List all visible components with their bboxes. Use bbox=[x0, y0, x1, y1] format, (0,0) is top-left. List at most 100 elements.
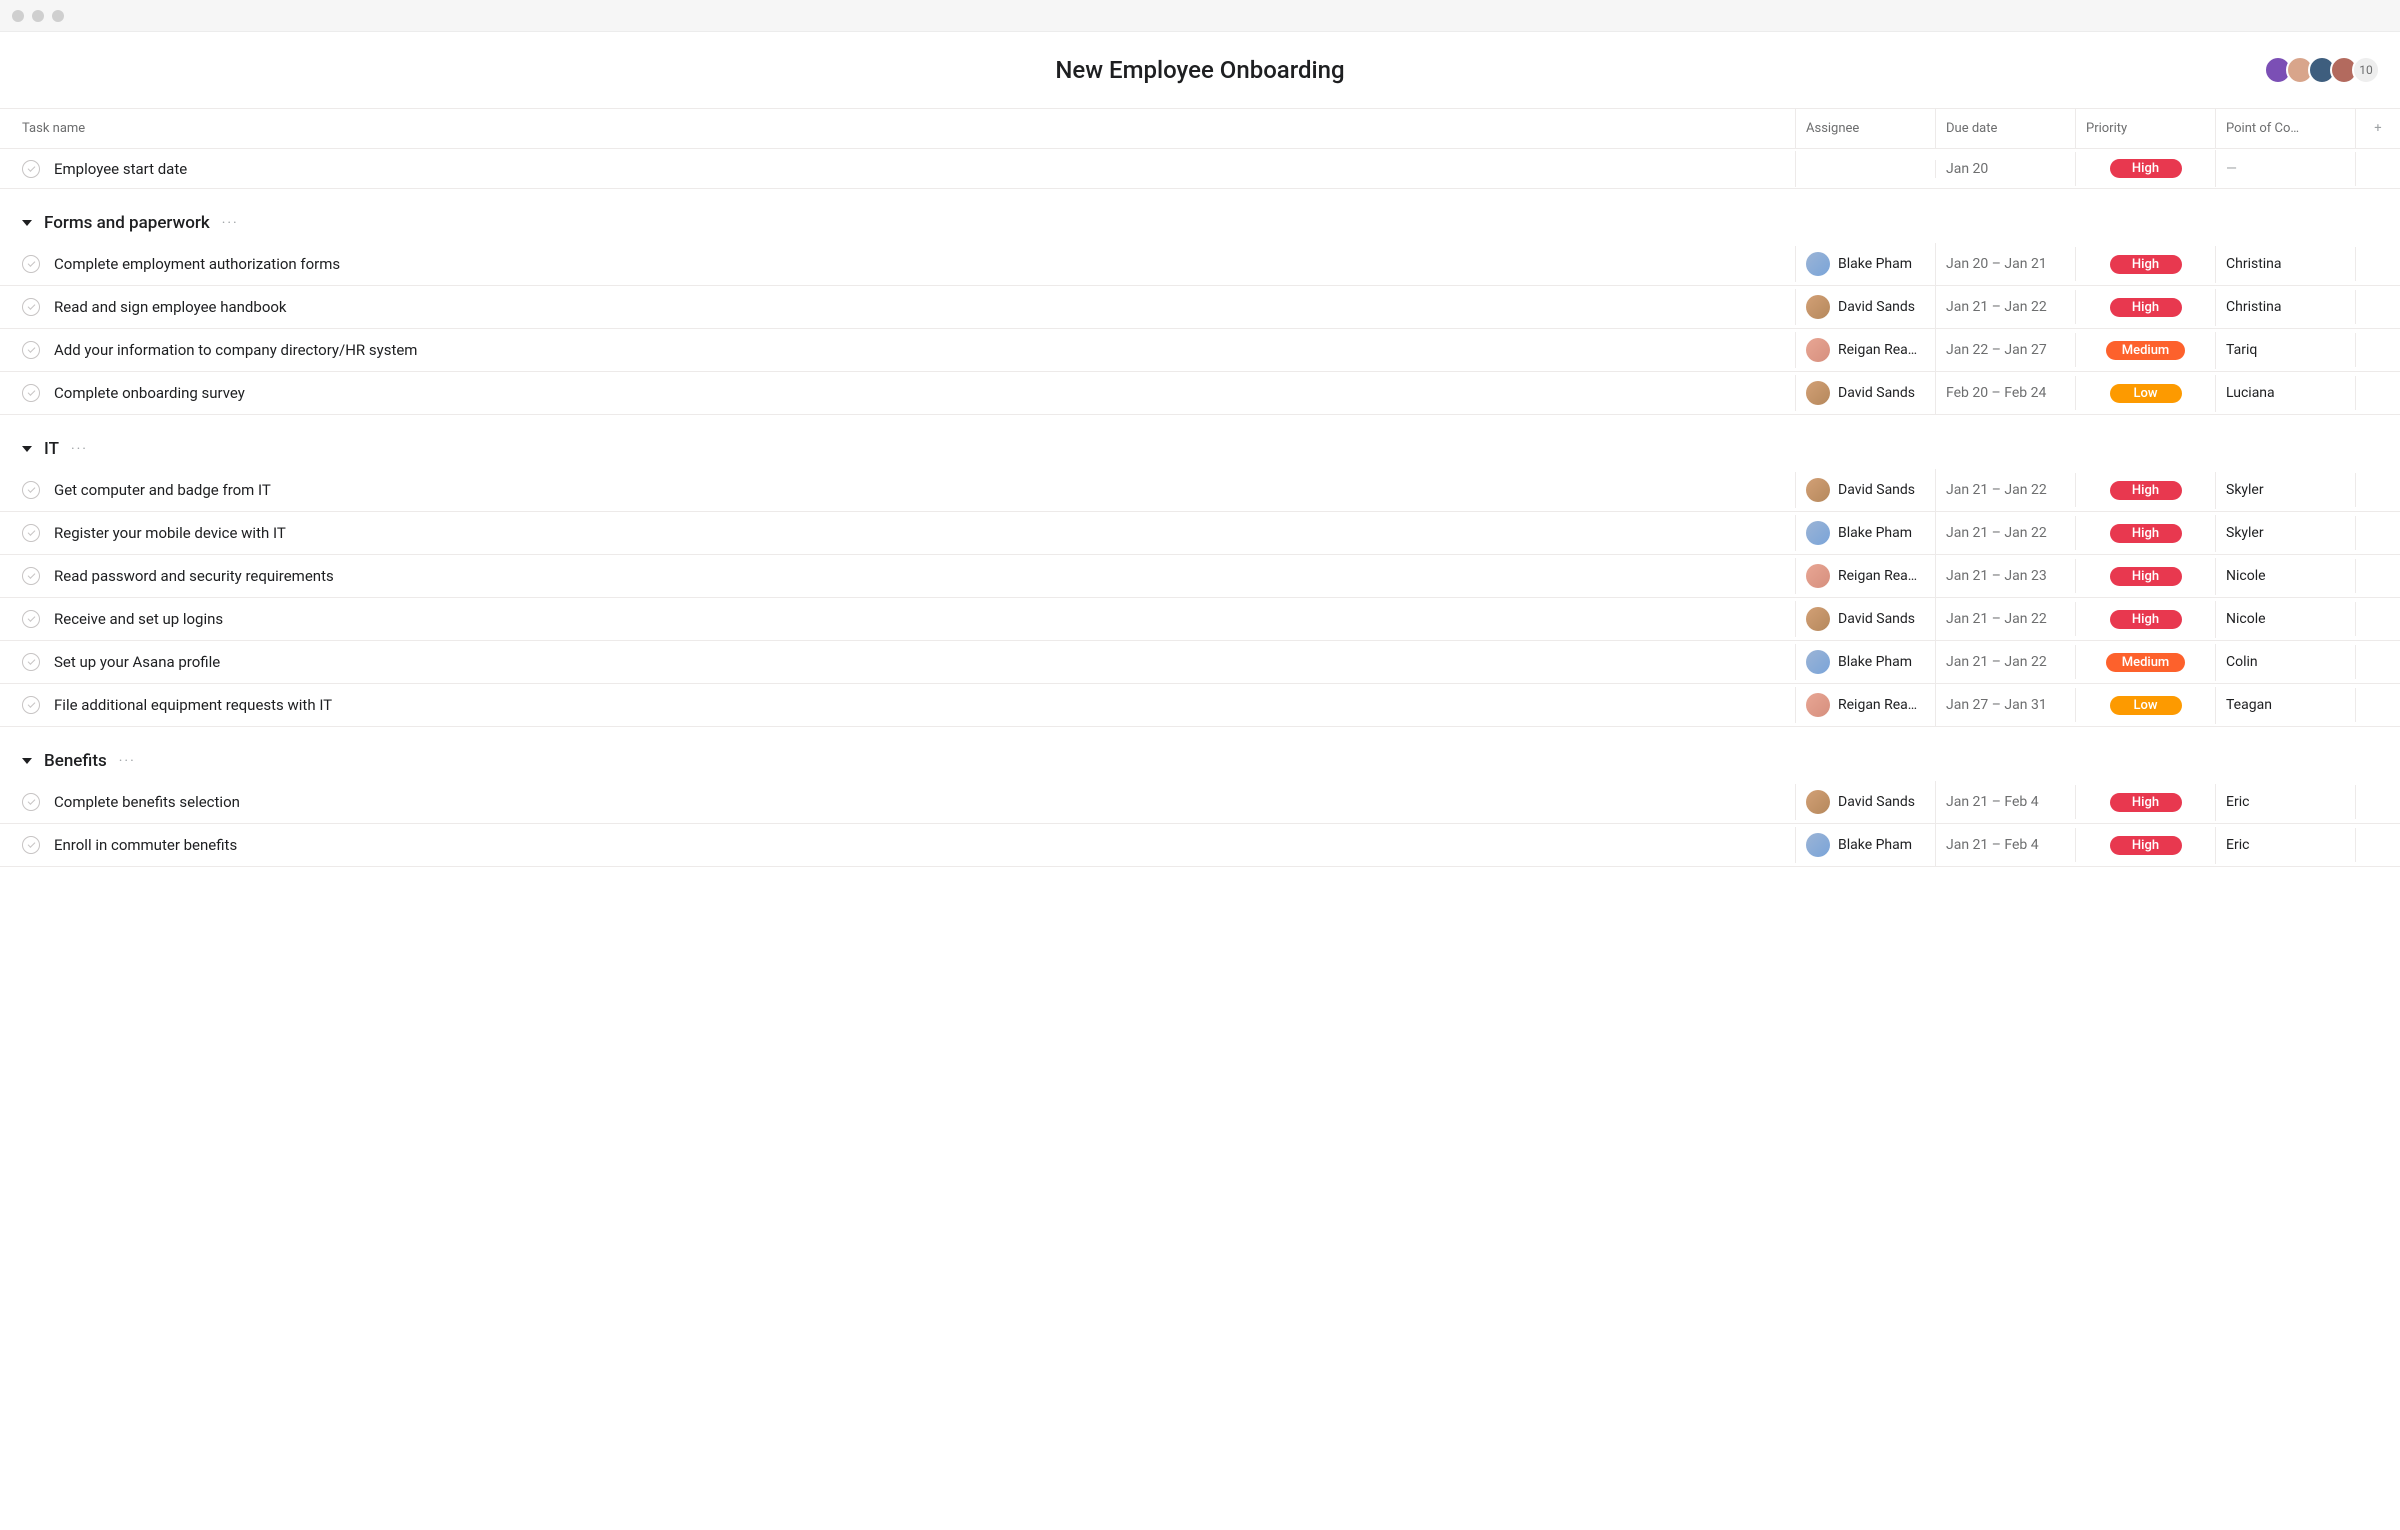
due-cell[interactable]: Jan 21 – Feb 4 bbox=[1936, 785, 2076, 819]
due-cell[interactable]: Jan 21 – Jan 22 bbox=[1936, 516, 2076, 550]
priority-cell[interactable]: High bbox=[2076, 827, 2216, 864]
due-cell[interactable]: Jan 20 bbox=[1936, 152, 2076, 186]
assignee-cell[interactable] bbox=[1796, 160, 1936, 178]
poc-cell[interactable]: Christina bbox=[2216, 247, 2356, 281]
check-icon[interactable] bbox=[22, 653, 40, 671]
check-icon[interactable] bbox=[22, 384, 40, 402]
chevron-down-icon[interactable] bbox=[22, 758, 32, 764]
task-row[interactable]: File additional equipment requests with … bbox=[0, 684, 2400, 727]
due-cell[interactable]: Jan 27 – Jan 31 bbox=[1936, 688, 2076, 722]
col-header-task[interactable]: Task name bbox=[0, 109, 1796, 148]
task-row[interactable]: Enroll in commuter benefitsBlake PhamJan… bbox=[0, 824, 2400, 867]
task-row[interactable]: Receive and set up loginsDavid SandsJan … bbox=[0, 598, 2400, 641]
priority-cell[interactable]: High bbox=[2076, 472, 2216, 509]
priority-cell[interactable]: Medium bbox=[2076, 644, 2216, 681]
priority-cell[interactable]: Low bbox=[2076, 375, 2216, 412]
priority-cell[interactable]: Medium bbox=[2076, 332, 2216, 369]
check-icon[interactable] bbox=[22, 524, 40, 542]
task-name-cell[interactable]: Receive and set up logins bbox=[0, 601, 1796, 637]
section-header[interactable]: Benefits··· bbox=[0, 737, 2400, 781]
assignee-cell[interactable]: Blake Pham bbox=[1796, 824, 1936, 866]
traffic-light-close[interactable] bbox=[12, 10, 24, 22]
check-icon[interactable] bbox=[22, 793, 40, 811]
poc-cell[interactable]: Teagan bbox=[2216, 688, 2356, 722]
task-row[interactable]: Complete employment authorization formsB… bbox=[0, 243, 2400, 286]
priority-cell[interactable]: Low bbox=[2076, 687, 2216, 724]
priority-cell[interactable]: High bbox=[2076, 601, 2216, 638]
poc-cell[interactable]: Tariq bbox=[2216, 333, 2356, 367]
task-row[interactable]: Read password and security requirementsR… bbox=[0, 555, 2400, 598]
assignee-cell[interactable]: David Sands bbox=[1796, 598, 1936, 640]
due-cell[interactable]: Feb 20 – Feb 24 bbox=[1936, 376, 2076, 410]
poc-cell[interactable]: Luciana bbox=[2216, 376, 2356, 410]
traffic-light-zoom[interactable] bbox=[52, 10, 64, 22]
poc-cell[interactable]: Skyler bbox=[2216, 516, 2356, 550]
priority-cell[interactable]: High bbox=[2076, 289, 2216, 326]
assignee-cell[interactable]: Blake Pham bbox=[1796, 243, 1936, 285]
check-icon[interactable] bbox=[22, 836, 40, 854]
due-cell[interactable]: Jan 21 – Jan 22 bbox=[1936, 473, 2076, 507]
section-more-icon[interactable]: ··· bbox=[222, 215, 239, 231]
task-name-cell[interactable]: Complete employment authorization forms bbox=[0, 246, 1796, 282]
check-icon[interactable] bbox=[22, 696, 40, 714]
col-header-due[interactable]: Due date bbox=[1936, 109, 2076, 148]
section-more-icon[interactable]: ··· bbox=[71, 441, 88, 457]
due-cell[interactable]: Jan 21 – Jan 22 bbox=[1936, 645, 2076, 679]
priority-cell[interactable]: High bbox=[2076, 784, 2216, 821]
check-icon[interactable] bbox=[22, 610, 40, 628]
chevron-down-icon[interactable] bbox=[22, 446, 32, 452]
task-row[interactable]: Employee start date Jan 20 High — bbox=[0, 149, 2400, 189]
task-row[interactable]: Read and sign employee handbookDavid San… bbox=[0, 286, 2400, 329]
section-more-icon[interactable]: ··· bbox=[119, 753, 136, 769]
col-header-assignee[interactable]: Assignee bbox=[1796, 109, 1936, 148]
assignee-cell[interactable]: Blake Pham bbox=[1796, 641, 1936, 683]
poc-cell[interactable]: Nicole bbox=[2216, 602, 2356, 636]
poc-cell[interactable]: Eric bbox=[2216, 828, 2356, 862]
task-name-cell[interactable]: Complete onboarding survey bbox=[0, 375, 1796, 411]
task-row[interactable]: Complete benefits selectionDavid SandsJa… bbox=[0, 781, 2400, 824]
assignee-cell[interactable]: Reigan Rea… bbox=[1796, 684, 1936, 726]
task-name-cell[interactable]: Complete benefits selection bbox=[0, 784, 1796, 820]
traffic-light-minimize[interactable] bbox=[32, 10, 44, 22]
assignee-cell[interactable]: David Sands bbox=[1796, 781, 1936, 823]
task-row[interactable]: Add your information to company director… bbox=[0, 329, 2400, 372]
task-name-cell[interactable]: Read password and security requirements bbox=[0, 558, 1796, 594]
task-name-cell[interactable]: Read and sign employee handbook bbox=[0, 289, 1796, 325]
assignee-cell[interactable]: Reigan Rea… bbox=[1796, 555, 1936, 597]
add-column-button[interactable]: + bbox=[2356, 109, 2400, 148]
assignee-cell[interactable]: David Sands bbox=[1796, 469, 1936, 511]
due-cell[interactable]: Jan 20 – Jan 21 bbox=[1936, 247, 2076, 281]
task-row[interactable]: Register your mobile device with ITBlake… bbox=[0, 512, 2400, 555]
poc-cell[interactable]: Eric bbox=[2216, 785, 2356, 819]
section-header[interactable]: IT··· bbox=[0, 425, 2400, 469]
task-name-cell[interactable]: Set up your Asana profile bbox=[0, 644, 1796, 680]
assignee-cell[interactable]: Reigan Rea… bbox=[1796, 329, 1936, 371]
poc-cell[interactable]: — bbox=[2216, 152, 2356, 186]
task-name-cell[interactable]: File additional equipment requests with … bbox=[0, 687, 1796, 723]
due-cell[interactable]: Jan 21 – Jan 22 bbox=[1936, 602, 2076, 636]
due-cell[interactable]: Jan 21 – Jan 23 bbox=[1936, 559, 2076, 593]
due-cell[interactable]: Jan 22 – Jan 27 bbox=[1936, 333, 2076, 367]
task-name-cell[interactable]: Register your mobile device with IT bbox=[0, 515, 1796, 551]
check-icon[interactable] bbox=[22, 160, 40, 178]
section-header[interactable]: Forms and paperwork··· bbox=[0, 199, 2400, 243]
check-icon[interactable] bbox=[22, 567, 40, 585]
due-cell[interactable]: Jan 21 – Feb 4 bbox=[1936, 828, 2076, 862]
task-row[interactable]: Get computer and badge from ITDavid Sand… bbox=[0, 469, 2400, 512]
due-cell[interactable]: Jan 21 – Jan 22 bbox=[1936, 290, 2076, 324]
task-name-cell[interactable]: Enroll in commuter benefits bbox=[0, 827, 1796, 863]
assignee-cell[interactable]: Blake Pham bbox=[1796, 512, 1936, 554]
priority-cell[interactable]: High bbox=[2076, 246, 2216, 283]
poc-cell[interactable]: Christina bbox=[2216, 290, 2356, 324]
check-icon[interactable] bbox=[22, 341, 40, 359]
poc-cell[interactable]: Nicole bbox=[2216, 559, 2356, 593]
priority-cell[interactable]: High bbox=[2076, 150, 2216, 187]
task-row[interactable]: Set up your Asana profileBlake PhamJan 2… bbox=[0, 641, 2400, 684]
poc-cell[interactable]: Skyler bbox=[2216, 473, 2356, 507]
chevron-down-icon[interactable] bbox=[22, 220, 32, 226]
task-name-cell[interactable]: Get computer and badge from IT bbox=[0, 472, 1796, 508]
task-name-cell[interactable]: Employee start date bbox=[0, 151, 1796, 187]
col-header-poc[interactable]: Point of Co… bbox=[2216, 109, 2356, 148]
assignee-cell[interactable]: David Sands bbox=[1796, 372, 1936, 414]
col-header-priority[interactable]: Priority bbox=[2076, 109, 2216, 148]
